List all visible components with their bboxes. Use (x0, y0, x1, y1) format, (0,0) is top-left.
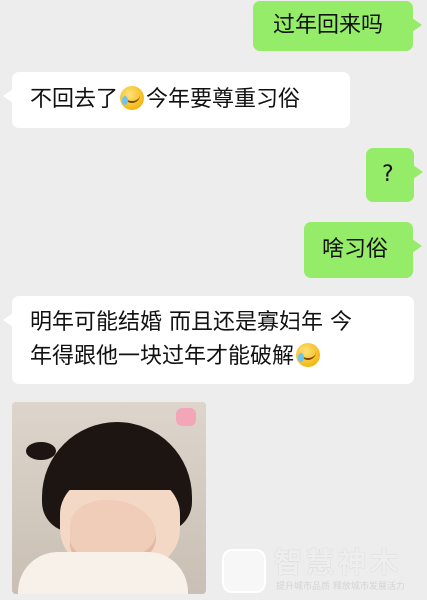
received-message-bubble[interactable]: 不回去了 今年要尊重习俗 (3, 72, 350, 128)
tears-of-joy-emoji-icon (120, 86, 145, 110)
message-text-line: 明年可能结婚 而且还是寡妇年 今 (30, 310, 352, 335)
received-message-bubble[interactable]: 明年可能结婚 而且还是寡妇年 今 年得跟他一块过年才能破解 (3, 296, 414, 384)
message-text: 年得跟他一块过年才能破解 (30, 344, 295, 369)
sent-message-bubble[interactable]: 啥习俗 (304, 222, 422, 278)
sticker-icon (176, 408, 196, 426)
tears-of-joy-emoji-icon (296, 343, 321, 367)
photo-shirt (18, 552, 188, 594)
photo-bangs (56, 448, 184, 490)
image-message[interactable] (12, 402, 206, 594)
watermark-logo-icon (222, 549, 266, 593)
message-text: ? (382, 162, 394, 187)
photo-ponytail (26, 442, 56, 460)
message-text: 不回去了 (30, 87, 119, 112)
sent-message-bubble[interactable]: ? (366, 148, 423, 202)
message-text: 今年要尊重习俗 (146, 87, 301, 112)
watermark-tagline: 提升城市品质 释放城市发展活力 (276, 582, 405, 592)
message-text: 过年回来吗 (273, 13, 384, 38)
message-text: 啥习俗 (322, 237, 389, 262)
watermark: 智慧神木 提升城市品质 释放城市发展活力 (222, 545, 422, 597)
sent-message-bubble[interactable]: 过年回来吗 (253, 1, 422, 51)
watermark-name: 智慧神木 (274, 546, 403, 579)
message-text-line-2: 年得跟他一块过年才能破解 (30, 340, 414, 374)
